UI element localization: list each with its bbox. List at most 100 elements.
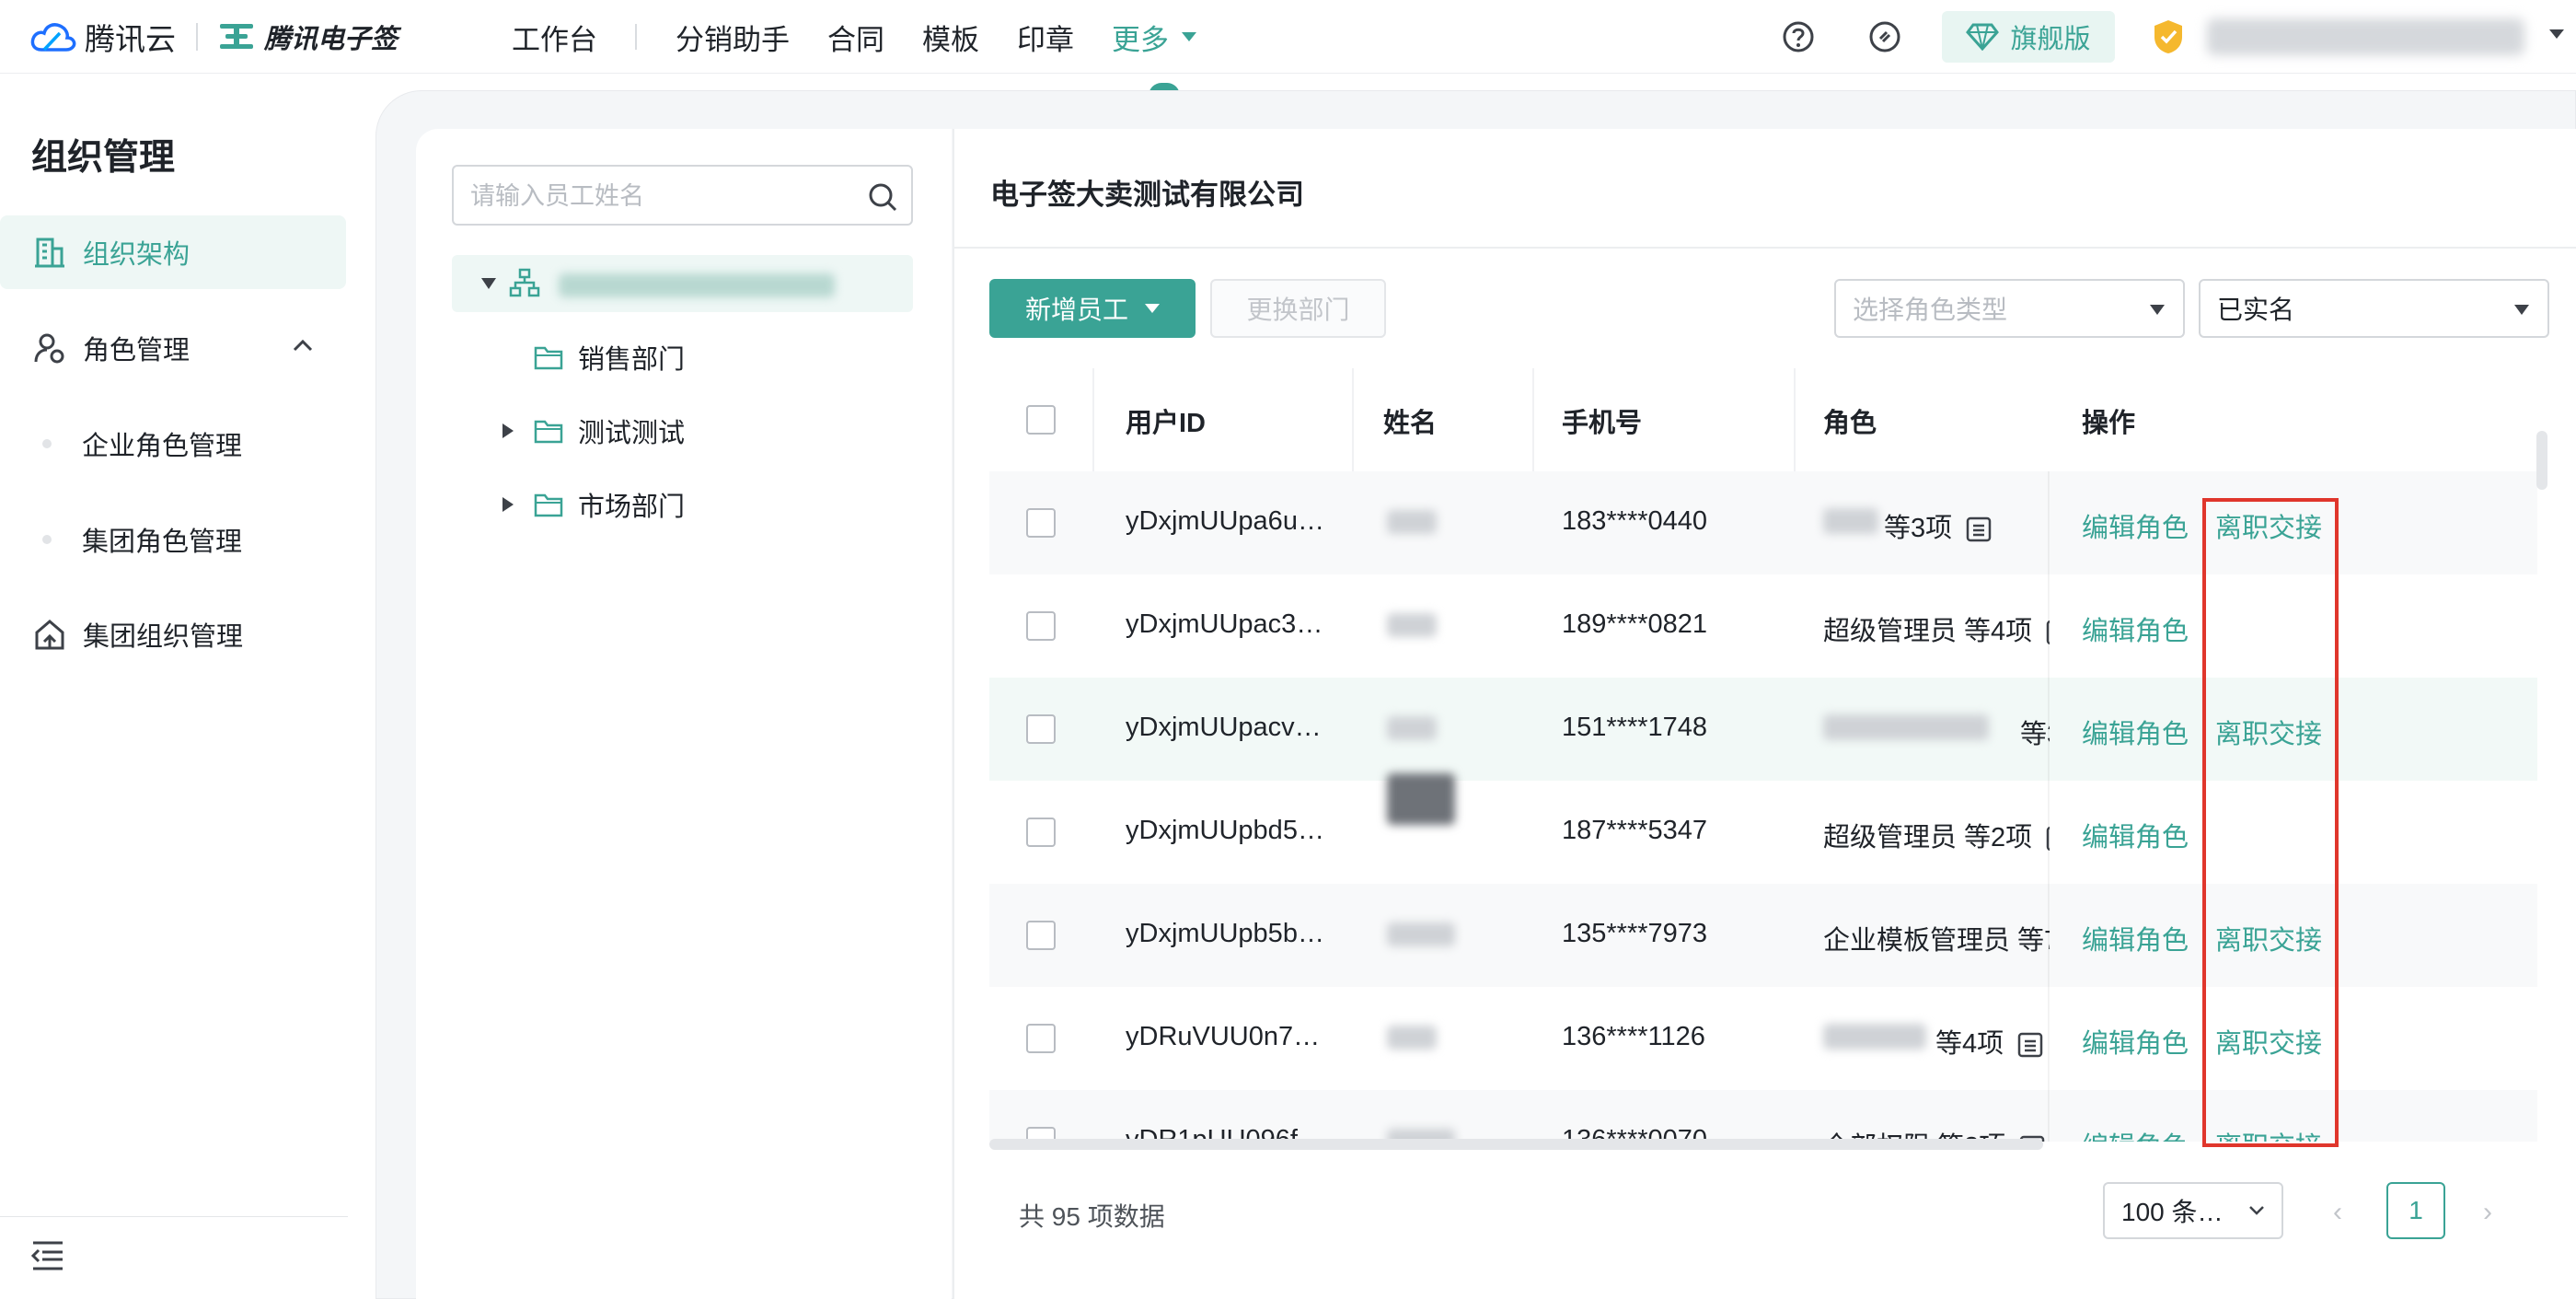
edit-role-link[interactable]: 编辑角色 (2082, 506, 2189, 545)
caret-down-icon[interactable] (481, 278, 496, 289)
sidebar-item-org-structure[interactable]: 组织架构 (0, 215, 346, 289)
user-id-cell: yDxjmUUpb5b… (1126, 919, 1324, 948)
tencent-cloud-logo-icon (30, 23, 76, 52)
diamond-icon (1966, 23, 2000, 51)
main-nav: 工作台 分销助手 合同 模板 印章 更多 (512, 0, 1234, 74)
role-blurred (1823, 508, 1878, 534)
sidebar-item-group-org[interactable]: 集团组织管理 (0, 597, 348, 671)
tree-node-label: 测试测试 (578, 419, 686, 448)
brand[interactable]: 腾讯云 腾讯电子签 (29, 17, 398, 57)
column-divider (1352, 368, 1354, 471)
name-blurred (1387, 510, 1437, 534)
chevron-down-icon (2249, 1206, 2264, 1215)
folder-icon (534, 420, 563, 444)
tree-node-marketing[interactable]: 市场部门 (502, 481, 685, 528)
row-checkbox[interactable] (1026, 508, 1056, 538)
col-name: 姓名 (1383, 409, 1438, 438)
nav-template[interactable]: 模板 (922, 17, 979, 58)
prev-page-button[interactable]: ‹ (2333, 1197, 2342, 1228)
nav-seal[interactable]: 印章 (1017, 17, 1074, 58)
collapse-menu-icon[interactable] (29, 1239, 66, 1272)
user-id-cell: yDRuVUU0n7… (1126, 1022, 1321, 1051)
nav-divider (635, 24, 637, 50)
column-divider (1794, 368, 1796, 471)
tree-node-test[interactable]: 测试测试 (502, 408, 685, 454)
select-all-checkbox[interactable] (1026, 405, 1056, 435)
sidebar: 组织管理 组织架构 角色管理 企业角色管理 集团角色管理 集团组织管理 (0, 74, 348, 1299)
row-checkbox[interactable] (1026, 921, 1056, 950)
phone-cell: 183****0440 (1562, 506, 1708, 536)
sidebar-item-role-management[interactable]: 角色管理 (0, 311, 348, 385)
esign-logo-icon (220, 24, 253, 49)
row-checkbox[interactable] (1026, 714, 1056, 744)
org-chart-icon (509, 268, 540, 297)
account-caret-down-icon[interactable] (2549, 29, 2564, 39)
role-blurred (1823, 1024, 1926, 1050)
row-checkbox[interactable] (1026, 1024, 1056, 1053)
name-blurred (1387, 922, 1455, 946)
search-icon[interactable] (867, 181, 898, 213)
caret-right-icon[interactable] (502, 497, 514, 512)
add-employee-button[interactable]: 新增员工 (989, 279, 1196, 338)
tree-node-label: 市场部门 (578, 493, 686, 522)
caret-down-icon (2514, 305, 2529, 315)
edit-role-link[interactable]: 编辑角色 (2082, 816, 2189, 854)
esign-brand-text: 腾讯电子签 (264, 25, 399, 54)
user-id-cell: yDxjmUUpa6u… (1126, 506, 1324, 536)
avatar-blurred (1387, 773, 1455, 825)
role-type-select[interactable]: 选择角色类型 (1834, 279, 2185, 338)
sidebar-item-enterprise-roles[interactable]: 企业角色管理 (0, 416, 348, 471)
sidebar-item-label: 集团组织管理 (83, 622, 244, 652)
page-1-button[interactable]: 1 (2386, 1182, 2445, 1239)
role-text: 等3项 (1884, 514, 1953, 543)
edit-role-link[interactable]: 编辑角色 (2082, 609, 2189, 648)
change-department-button[interactable]: 更换部门 (1210, 279, 1386, 338)
account-name-blurred[interactable] (2207, 18, 2524, 55)
tree-root-company[interactable] (452, 255, 913, 312)
edit-role-link[interactable]: 编辑角色 (2082, 1022, 2189, 1061)
highlight-annotation-box (2202, 498, 2339, 1147)
add-employee-label: 新增员工 (1024, 296, 1128, 324)
role-list-icon[interactable] (1965, 516, 1993, 543)
row-checkbox[interactable] (1026, 818, 1056, 847)
sidebar-divider (0, 1216, 348, 1217)
sidebar-item-label: 企业角色管理 (82, 432, 243, 461)
edit-role-link[interactable]: 编辑角色 (2082, 1125, 2189, 1142)
phone-cell: 135****7973 (1562, 919, 1708, 948)
link-icon[interactable] (1868, 20, 1901, 53)
caret-down-icon (2150, 305, 2165, 315)
tree-node-label: 销售部门 (578, 345, 686, 375)
sidebar-title: 组织管理 (31, 138, 176, 178)
cloud-brand-text: 腾讯云 (85, 22, 176, 56)
edition-label: 旗舰版 (2010, 25, 2091, 54)
role-list-icon[interactable] (2016, 1031, 2044, 1059)
vertical-scrollbar[interactable] (2536, 431, 2547, 490)
edition-badge[interactable]: 旗舰版 (1942, 11, 2115, 63)
role-cell: 超级管理员 等4项 (1823, 609, 2073, 648)
tree-node-sales[interactable]: 销售部门 (534, 334, 685, 380)
sidebar-item-label: 角色管理 (83, 336, 191, 365)
col-user-id: 用户ID (1126, 409, 1207, 438)
nav-workbench[interactable]: 工作台 (512, 17, 597, 58)
nav-distribution[interactable]: 分销助手 (676, 17, 790, 58)
help-icon[interactable] (1782, 20, 1815, 53)
edit-role-link[interactable]: 编辑角色 (2082, 919, 2189, 957)
nav-more-label: 更多 (1112, 23, 1169, 56)
page-size-select[interactable]: 100 条… (2103, 1182, 2283, 1239)
name-blurred (1387, 1026, 1437, 1050)
company-title: 电子签大卖测试有限公司 (990, 179, 1304, 211)
folder-icon (534, 346, 563, 370)
horizontal-scrollbar[interactable] (989, 1139, 2043, 1150)
caret-right-icon[interactable] (502, 423, 514, 438)
nav-contract[interactable]: 合同 (827, 17, 884, 58)
next-page-button[interactable]: › (2483, 1197, 2492, 1228)
user-id-cell: yDxjmUUpbd5… (1126, 816, 1324, 845)
user-role-icon (34, 333, 64, 364)
row-checkbox[interactable] (1026, 611, 1056, 641)
nav-more[interactable]: 更多 (1112, 17, 1196, 58)
edit-role-link[interactable]: 编辑角色 (2082, 713, 2189, 751)
realname-select[interactable]: 已实名 (2199, 279, 2549, 338)
chevron-up-icon[interactable] (293, 339, 313, 352)
employee-search-input[interactable] (470, 178, 857, 215)
sidebar-item-group-roles[interactable]: 集团角色管理 (0, 512, 348, 567)
